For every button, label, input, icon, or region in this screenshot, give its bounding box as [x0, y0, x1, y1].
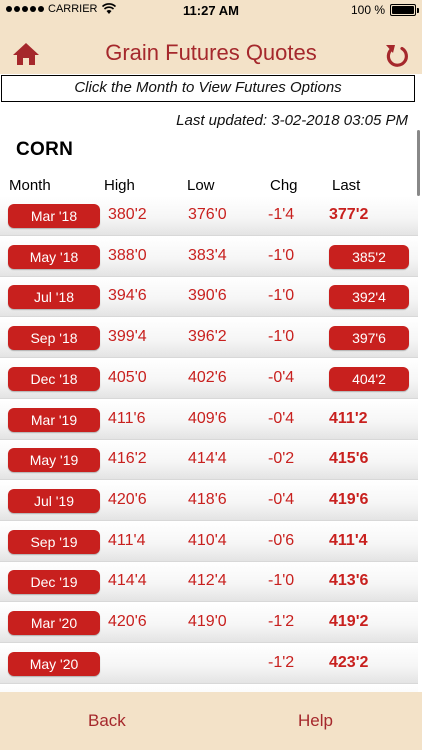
header-low: Low [187, 177, 215, 194]
low-value: 412'4 [188, 572, 227, 590]
high-value: 416'2 [108, 450, 147, 468]
table-row: Mar '19 411'6 409'6 -0'4 411'2 [0, 399, 418, 440]
change-value: -1'0 [268, 572, 295, 590]
table-row: Mar '18 380'2 376'0 -1'4 377'2 [0, 196, 418, 236]
quotes-table: Mar '18 380'2 376'0 -1'4 377'2 May '18 388'0 38… [0, 196, 418, 692]
change-value: -1'0 [268, 328, 295, 346]
header-last: Last [332, 177, 361, 194]
options-hint-banner: Click the Month to View Futures Options [1, 75, 415, 102]
change-value: -1'0 [268, 287, 295, 305]
low-value: 390'6 [188, 287, 227, 305]
low-value: 376'0 [188, 206, 227, 223]
table-row: Dec '19 414'4 412'4 -1'0 413'6 [0, 562, 418, 603]
nav-bar: Grain Futures Quotes [0, 22, 422, 74]
change-value: -0'2 [268, 450, 295, 468]
low-value: 419'0 [188, 613, 227, 630]
last-price: 413'6 [329, 572, 369, 590]
change-value: -0'4 [268, 368, 295, 386]
change-value: -0'6 [268, 531, 295, 549]
low-value: 414'4 [188, 450, 227, 468]
month-button[interactable]: Jul '18 [8, 285, 100, 310]
table-row: Jul '19 420'6 418'6 -0'4 419'6 [0, 480, 418, 521]
month-button[interactable]: Jul '19 [8, 488, 100, 513]
last-price: 411'4 [329, 531, 368, 549]
month-button[interactable]: May '19 [8, 448, 100, 473]
month-button[interactable]: Dec '18 [8, 366, 100, 391]
refresh-icon[interactable] [384, 42, 410, 68]
last-price: 423'2 [329, 653, 369, 671]
table-row: Mar '20 420'6 419'0 -1'2 419'2 [0, 603, 418, 643]
header-month: Month [9, 177, 51, 194]
high-value: 420'6 [108, 490, 147, 508]
table-row: Sep '18 399'4 396'2 -1'0 397'6 [0, 318, 418, 359]
high-value: 399'4 [108, 328, 147, 346]
high-value: 405'0 [108, 368, 147, 386]
low-value: 418'6 [188, 490, 227, 508]
change-value: -0'4 [268, 490, 295, 508]
change-value: -0'4 [268, 409, 295, 427]
last-price-button[interactable]: 392'4 [329, 285, 409, 310]
battery-percent: 100 % [350, 3, 385, 17]
month-button[interactable]: Dec '19 [8, 570, 100, 595]
low-value: 383'4 [188, 246, 227, 264]
table-row: May '20 -1'2 423'2 [0, 643, 418, 684]
high-value: 394'6 [108, 287, 147, 305]
month-button[interactable]: Mar '20 [8, 611, 100, 635]
scrollbar[interactable] [417, 130, 420, 196]
change-value: -1'4 [268, 206, 295, 223]
high-value: 411'4 [108, 531, 146, 549]
month-button[interactable]: May '20 [8, 651, 100, 676]
header-chg: Chg [270, 177, 298, 194]
page-title: Grain Futures Quotes [105, 40, 317, 65]
low-value: 396'2 [188, 328, 227, 346]
status-bar: CARRIER 11:27 AM 100 % [0, 0, 422, 22]
last-price: 377'2 [329, 206, 369, 223]
high-value: 380'2 [108, 206, 147, 223]
table-row: Jul '18 394'6 390'6 -1'0 392'4 [0, 277, 418, 318]
change-value: -1'2 [268, 653, 295, 671]
high-value: 414'4 [108, 572, 147, 590]
table-row: -1'2422'2 [0, 684, 418, 692]
last-price-button[interactable]: 397'6 [329, 326, 409, 351]
last-price: 415'6 [329, 450, 369, 468]
table-row: Dec '18 405'0 402'6 -0'4 404'2 [0, 358, 418, 399]
last-price-button[interactable]: 404'2 [329, 366, 409, 391]
tab-bar: Back Help [0, 692, 422, 750]
last-price: 411'2 [329, 409, 368, 427]
battery-icon [390, 4, 419, 16]
month-button[interactable]: Sep '19 [8, 529, 100, 554]
month-button[interactable]: May '18 [8, 244, 100, 269]
table-row: May '19 416'2 414'4 -0'2 415'6 [0, 440, 418, 481]
header-high: High [104, 177, 135, 194]
last-price: 419'2 [329, 613, 369, 630]
high-value: 411'6 [108, 409, 146, 427]
back-button[interactable]: Back [88, 711, 126, 731]
high-value: 420'6 [108, 613, 147, 630]
change-value: -1'2 [268, 613, 295, 630]
month-button[interactable]: Mar '18 [8, 204, 100, 228]
table-row: Sep '19 411'4 410'4 -0'6 411'4 [0, 521, 418, 562]
month-button[interactable]: Sep '18 [8, 326, 100, 351]
column-headers: Month High Low Chg Last [0, 176, 416, 196]
last-price-button[interactable]: 385'2 [329, 244, 409, 269]
change-value: -1'0 [268, 246, 295, 264]
battery-info: 100 % [350, 3, 419, 17]
high-value: 388'0 [108, 246, 147, 264]
help-button[interactable]: Help [298, 711, 333, 731]
month-button[interactable]: Mar '19 [8, 407, 100, 432]
table-row: May '18 388'0 383'4 -1'0 385'2 [0, 236, 418, 277]
last-updated: Last updated: 3-02-2018 03:05 PM [176, 112, 408, 129]
last-price: 419'6 [329, 490, 369, 508]
low-value: 410'4 [188, 531, 227, 549]
low-value: 409'6 [188, 409, 227, 427]
commodity-name: CORN [16, 139, 74, 160]
low-value: 402'6 [188, 368, 227, 386]
